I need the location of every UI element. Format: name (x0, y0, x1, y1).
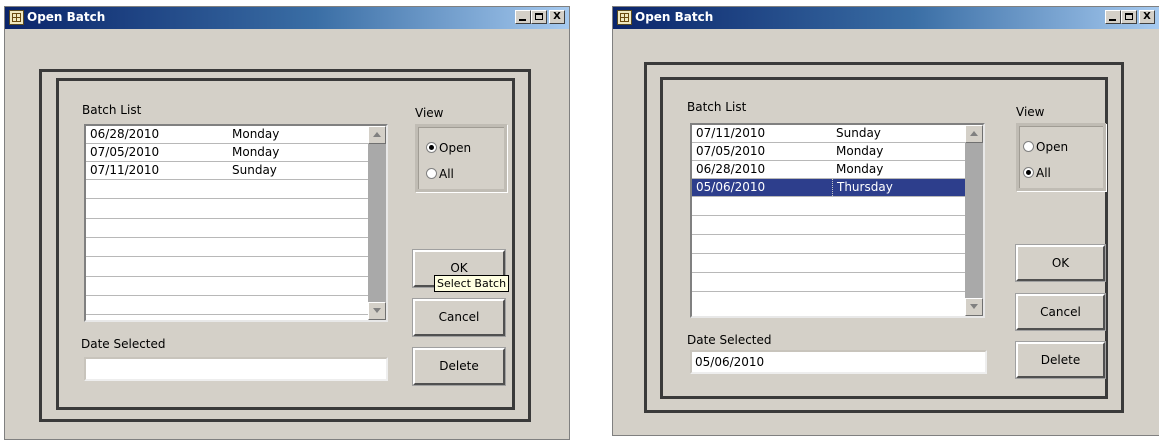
row-date: 07/11/2010 (696, 126, 766, 140)
delete-button[interactable]: Delete (412, 347, 506, 386)
row-day: Monday (836, 144, 884, 158)
row-day: Sunday (836, 126, 881, 140)
row-day: Sunday (232, 163, 277, 177)
view-options-box: Open All (1016, 123, 1106, 191)
list-row-4-selected[interactable]: 05/06/2010 Thursday (692, 179, 965, 197)
radio-unchecked-icon (426, 168, 437, 179)
list-scrollbar[interactable] (965, 125, 983, 316)
batch-listbox[interactable]: 07/11/2010 Sunday 07/05/2010 Monday 06/2… (690, 123, 985, 318)
close-button[interactable]: X (549, 10, 565, 24)
delete-button-label: Delete (439, 359, 479, 373)
radio-all-label: All (1036, 166, 1051, 180)
date-selected-label: Date Selected (81, 337, 166, 351)
radio-open[interactable]: Open (426, 141, 471, 155)
scroll-up-arrow-icon[interactable] (368, 126, 386, 144)
row-date: 07/11/2010 (90, 163, 160, 177)
radio-all[interactable]: All (1023, 166, 1051, 180)
close-button[interactable]: X (1139, 10, 1155, 24)
list-row-empty (86, 239, 368, 257)
radio-open[interactable]: Open (1023, 140, 1068, 154)
row-date: 06/28/2010 (696, 162, 766, 176)
cancel-button-label: Cancel (1040, 305, 1081, 319)
minimize-button[interactable] (1105, 10, 1121, 24)
row-day: Thursday (832, 179, 893, 196)
delete-button-label: Delete (1040, 353, 1081, 367)
list-row-empty (692, 255, 965, 273)
ok-button[interactable]: OK (1015, 244, 1106, 282)
cancel-button[interactable]: Cancel (1015, 293, 1106, 331)
radio-checked-icon (426, 142, 437, 153)
list-row-empty (692, 217, 965, 235)
radio-all[interactable]: All (426, 167, 454, 181)
app-icon (617, 10, 632, 25)
date-selected-field[interactable] (84, 357, 388, 381)
date-selected-label: Date Selected (687, 333, 772, 347)
scroll-down-arrow-icon[interactable] (368, 302, 386, 320)
minimize-button[interactable] (515, 10, 531, 24)
list-row-empty (86, 297, 368, 315)
list-row-1[interactable]: 07/11/2010 Sunday (692, 125, 965, 143)
radio-unchecked-icon (1023, 141, 1034, 152)
row-day: Monday (836, 162, 884, 176)
list-row-empty (86, 201, 368, 219)
list-scrollbar[interactable] (368, 126, 386, 320)
minimize-icon (1109, 19, 1116, 21)
title-bar[interactable]: Open Batch X (5, 7, 569, 29)
open-batch-window-1: Open Batch X Batch List View 06/28/2010 … (4, 6, 570, 440)
view-label: View (1016, 105, 1045, 119)
row-date: 05/06/2010 (696, 180, 766, 194)
tooltip-select-batch: Select Batch (434, 275, 510, 292)
delete-button[interactable]: Delete (1015, 341, 1106, 379)
minimize-icon (519, 19, 526, 21)
list-row-3[interactable]: 06/28/2010 Monday (692, 161, 965, 179)
date-selected-field[interactable]: 05/06/2010 (690, 350, 987, 374)
list-row-2[interactable]: 07/05/2010 Monday (692, 143, 965, 161)
view-label: View (415, 106, 444, 120)
open-batch-window-2: Open Batch X Batch List View 07/11/2010 … (612, 6, 1159, 436)
row-day: Monday (232, 127, 280, 141)
ok-button-label: OK (1051, 256, 1070, 270)
view-options-box: Open All (415, 124, 507, 192)
cancel-button[interactable]: Cancel (412, 298, 506, 337)
list-row-1[interactable]: 06/28/2010 Monday (86, 126, 368, 144)
scroll-up-arrow-icon[interactable] (965, 125, 983, 143)
row-date: 07/05/2010 (696, 144, 766, 158)
radio-open-label: Open (1036, 140, 1069, 154)
list-row-2[interactable]: 07/05/2010 Monday (86, 144, 368, 162)
maximize-button[interactable] (531, 10, 547, 24)
list-row-empty (692, 274, 965, 292)
row-date: 07/05/2010 (90, 145, 160, 159)
radio-checked-icon (1023, 167, 1034, 178)
list-row-3[interactable]: 07/11/2010 Sunday (86, 162, 368, 180)
scroll-down-arrow-icon[interactable] (965, 298, 983, 316)
row-date: 06/28/2010 (90, 127, 160, 141)
list-row-empty (692, 236, 965, 254)
window-title: Open Batch (27, 10, 106, 24)
batch-list-label: Batch List (687, 100, 747, 114)
list-row-empty (86, 278, 368, 296)
radio-all-label: All (439, 167, 454, 181)
list-row-empty (86, 181, 368, 199)
title-bar[interactable]: Open Batch X (613, 7, 1159, 29)
maximize-icon (1125, 13, 1133, 20)
list-row-empty (86, 259, 368, 277)
maximize-icon (535, 13, 543, 20)
app-icon (9, 10, 24, 25)
batch-listbox[interactable]: 06/28/2010 Monday 07/05/2010 Monday 07/1… (84, 124, 388, 322)
maximize-button[interactable] (1121, 10, 1137, 24)
window-title: Open Batch (635, 10, 714, 24)
ok-button-label: OK (450, 261, 468, 275)
list-row-empty (692, 198, 965, 216)
batch-list-label: Batch List (82, 103, 142, 117)
row-day: Monday (232, 145, 280, 159)
list-row-empty (86, 220, 368, 238)
cancel-button-label: Cancel (438, 310, 480, 324)
radio-open-label: Open (439, 141, 472, 155)
